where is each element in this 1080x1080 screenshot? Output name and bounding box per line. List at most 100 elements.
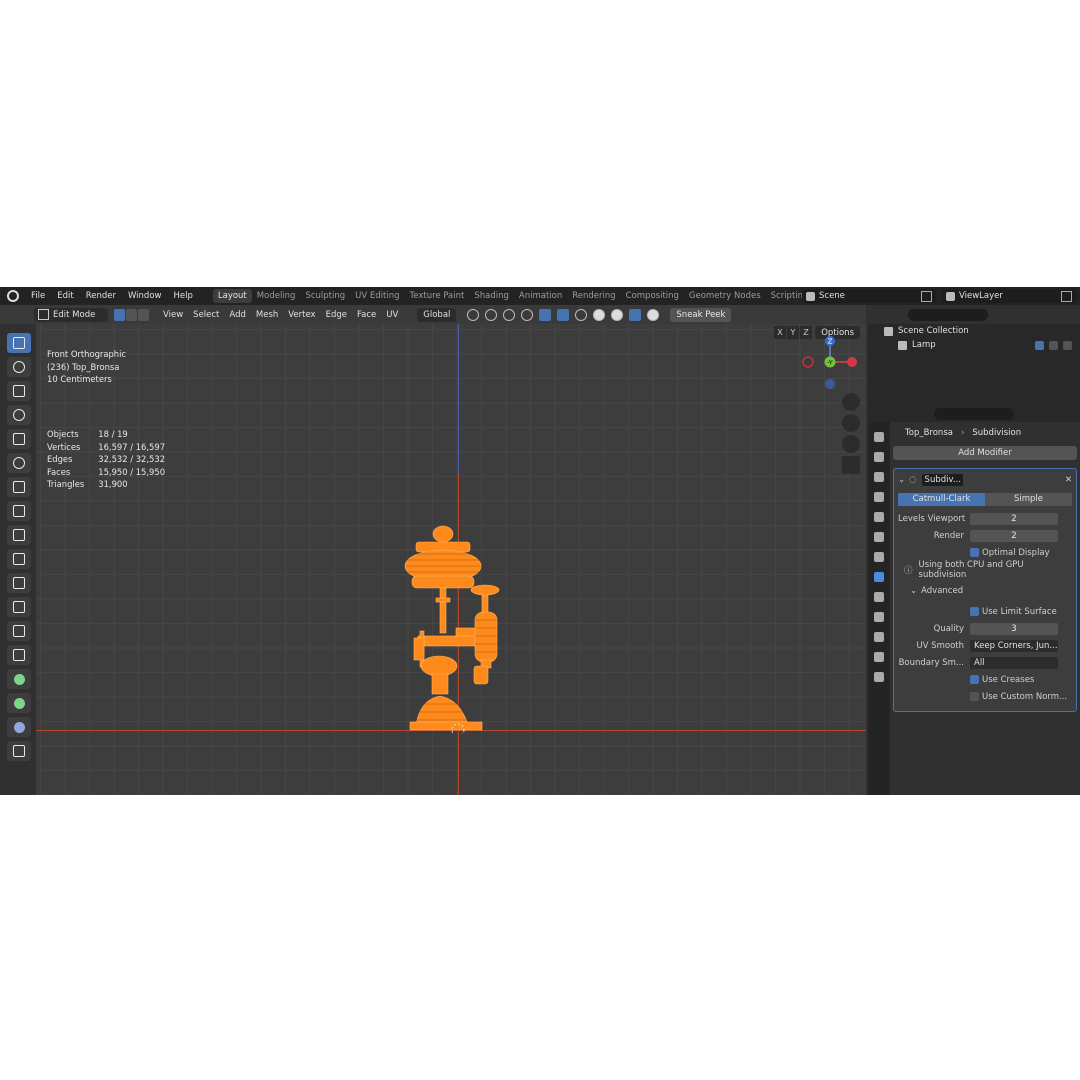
- menu-uv[interactable]: UV: [381, 310, 403, 320]
- knife-tool[interactable]: [7, 645, 31, 665]
- tab-geometry-nodes[interactable]: Geometry Nodes: [684, 289, 766, 303]
- menu-render[interactable]: Render: [80, 291, 122, 301]
- gizmo-neg-z-icon[interactable]: [825, 379, 835, 389]
- menu-add[interactable]: Add: [224, 310, 250, 320]
- quality-field[interactable]: 3: [970, 622, 1058, 635]
- xray-icon[interactable]: [575, 308, 588, 321]
- physics-tab-icon[interactable]: [874, 612, 884, 622]
- mode-dropdown[interactable]: Edit Mode: [34, 307, 108, 322]
- poly-build-tool[interactable]: [7, 669, 31, 689]
- use-custom-normals-row[interactable]: Use Custom Norm...: [898, 688, 1072, 705]
- use-custom-normals-checkbox[interactable]: [970, 692, 979, 701]
- lamp-mesh-selection[interactable]: [396, 524, 536, 734]
- scene-tab-icon[interactable]: [874, 512, 884, 522]
- material-tab-icon[interactable]: [874, 672, 884, 682]
- constraints-tab-icon[interactable]: [874, 632, 884, 642]
- advanced-subpanel-header[interactable]: ⌄ Advanced: [898, 582, 1072, 599]
- gizmo-icon[interactable]: [539, 308, 552, 321]
- edge-select-icon[interactable]: [126, 308, 137, 321]
- menu-view[interactable]: View: [158, 310, 188, 320]
- boundary-smooth-dropdown[interactable]: All: [970, 656, 1058, 669]
- menu-vertex[interactable]: Vertex: [283, 310, 320, 320]
- output-tab-icon[interactable]: [874, 472, 884, 482]
- chevron-down-icon[interactable]: ⌄: [898, 475, 905, 485]
- tab-sculpting[interactable]: Sculpting: [300, 289, 350, 303]
- outliner-row-scene-collection[interactable]: Scene Collection: [868, 324, 1080, 338]
- rotate-tool[interactable]: [7, 405, 31, 425]
- scale-tool[interactable]: [7, 429, 31, 449]
- navigation-gizmo[interactable]: Z -Y: [800, 334, 860, 394]
- add-modifier-button[interactable]: Add Modifier: [893, 446, 1077, 460]
- extrude-tool[interactable]: [7, 549, 31, 569]
- simple-button[interactable]: Simple: [985, 493, 1072, 506]
- zoom-icon[interactable]: [842, 393, 860, 411]
- tab-layout[interactable]: Layout: [212, 289, 252, 303]
- world-tab-icon[interactable]: [874, 532, 884, 542]
- blender-logo-icon[interactable]: [7, 290, 19, 302]
- render-levels-field[interactable]: 2: [970, 529, 1058, 542]
- transform-tool[interactable]: [7, 453, 31, 473]
- move-tool[interactable]: [7, 381, 31, 401]
- mirror-x-button[interactable]: X: [774, 326, 786, 339]
- gizmo-x-icon[interactable]: [847, 357, 857, 367]
- menu-select[interactable]: Select: [188, 310, 224, 320]
- gizmo-neg-x-icon[interactable]: [802, 356, 814, 368]
- menu-edit[interactable]: Edit: [51, 291, 79, 301]
- scene-selector[interactable]: Scene: [802, 289, 936, 303]
- use-limit-surface-row[interactable]: Use Limit Surface: [898, 603, 1072, 620]
- use-limit-surface-checkbox[interactable]: [970, 607, 979, 616]
- pan-hand-icon[interactable]: [842, 414, 860, 432]
- ortho-grid-icon[interactable]: [842, 456, 860, 474]
- annotate-tool[interactable]: [7, 477, 31, 497]
- camera-icon[interactable]: [1063, 340, 1072, 350]
- uv-smooth-dropdown[interactable]: Keep Corners, Jun...: [970, 639, 1058, 652]
- modifier-tab-icon[interactable]: [874, 572, 884, 582]
- tab-shading[interactable]: Shading: [469, 289, 514, 303]
- eye-icon[interactable]: [1049, 340, 1058, 350]
- exclude-checkbox[interactable]: [1035, 340, 1044, 350]
- data-tab-icon[interactable]: [874, 652, 884, 662]
- camera-view-icon[interactable]: [842, 435, 860, 453]
- menu-mesh[interactable]: Mesh: [251, 310, 283, 320]
- shading-wireframe-icon[interactable]: [593, 308, 606, 321]
- object-tab-icon[interactable]: [874, 552, 884, 562]
- face-select-icon[interactable]: [138, 308, 149, 321]
- select-box-tool[interactable]: [7, 333, 31, 353]
- inset-tool[interactable]: [7, 573, 31, 593]
- outliner-search-input[interactable]: [908, 308, 988, 321]
- tab-rendering[interactable]: Rendering: [567, 289, 620, 303]
- tool-tab-icon[interactable]: [874, 432, 884, 442]
- measure-tool[interactable]: [7, 501, 31, 521]
- optimal-display-row[interactable]: Optimal Display: [898, 544, 1072, 561]
- shading-solid-icon[interactable]: [611, 308, 624, 321]
- shear-tool[interactable]: [7, 741, 31, 761]
- particles-tab-icon[interactable]: [874, 592, 884, 602]
- menu-window[interactable]: Window: [122, 291, 168, 301]
- cursor-tool[interactable]: [7, 357, 31, 377]
- tab-uv-editing[interactable]: UV Editing: [350, 289, 404, 303]
- overlay-icon[interactable]: [557, 308, 570, 321]
- catmull-clark-button[interactable]: Catmull-Clark: [898, 493, 985, 506]
- menu-face[interactable]: Face: [352, 310, 381, 320]
- menu-edge[interactable]: Edge: [321, 310, 352, 320]
- modifier-name-field[interactable]: Subdiv...: [921, 473, 963, 486]
- render-tab-icon[interactable]: [874, 452, 884, 462]
- bevel-tool[interactable]: [7, 597, 31, 617]
- view-layer-tab-icon[interactable]: [874, 492, 884, 502]
- pivot-icon[interactable]: [467, 308, 480, 321]
- tab-modeling[interactable]: Modeling: [252, 289, 301, 303]
- properties-search-input[interactable]: [934, 407, 1014, 420]
- levels-viewport-field[interactable]: 2: [970, 512, 1058, 525]
- tab-compositing[interactable]: Compositing: [621, 289, 684, 303]
- close-icon[interactable]: ✕: [1065, 475, 1072, 485]
- menu-help[interactable]: Help: [167, 291, 198, 301]
- new-view-layer-icon[interactable]: [1061, 290, 1072, 302]
- mirror-y-button[interactable]: Y: [787, 326, 799, 339]
- optimal-display-checkbox[interactable]: [970, 548, 979, 557]
- new-scene-icon[interactable]: [921, 290, 932, 302]
- add-cube-tool[interactable]: [7, 525, 31, 545]
- 3d-viewport[interactable]: Front Orthographic (236) Top_Bronsa 10 C…: [36, 324, 866, 795]
- tab-animation[interactable]: Animation: [514, 289, 567, 303]
- view-layer-selector[interactable]: ViewLayer: [942, 289, 1076, 303]
- proportional-edit-icon[interactable]: [503, 308, 516, 321]
